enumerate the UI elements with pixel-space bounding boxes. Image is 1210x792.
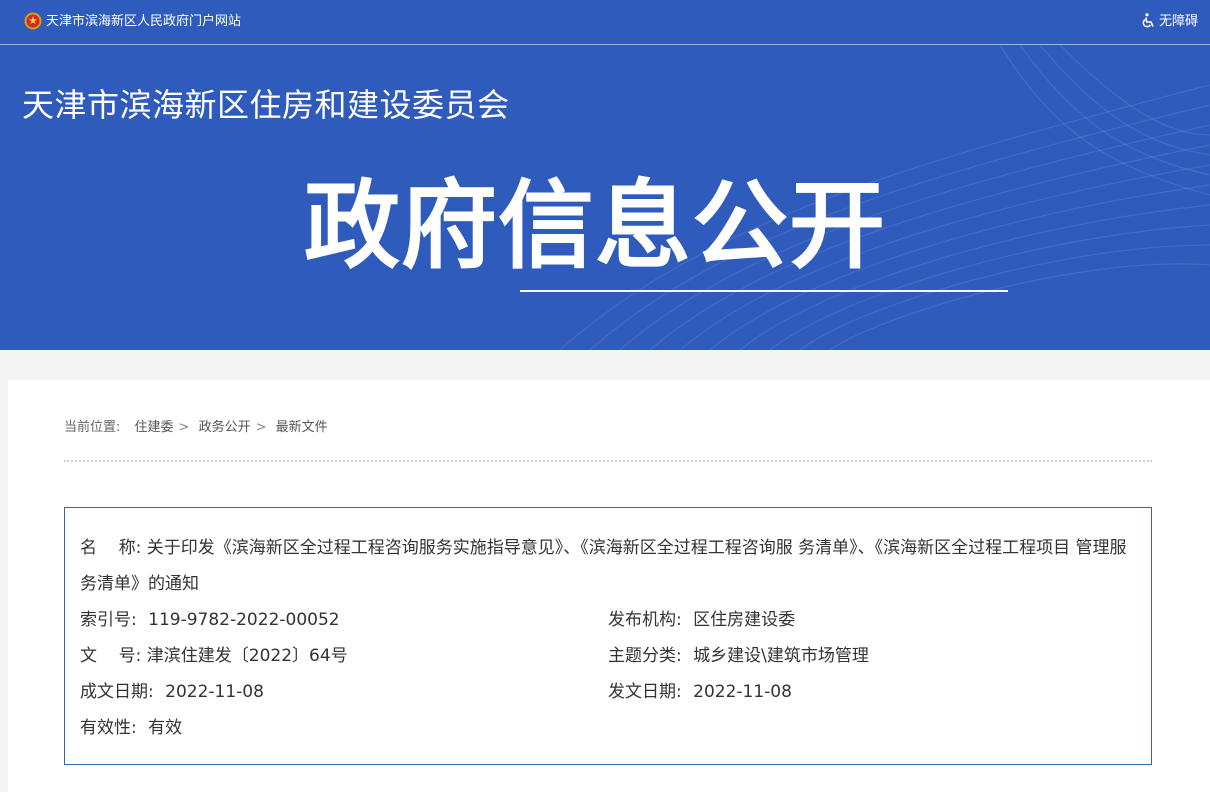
index-number-row: 索引号: 119-9782-2022-00052 bbox=[80, 602, 340, 638]
doc-number-label: 文 号: bbox=[80, 646, 142, 666]
created-date-row: 成文日期: 2022-11-08 bbox=[80, 674, 264, 710]
breadcrumb-separator: > bbox=[178, 420, 190, 435]
accessibility-label: 无障碍 bbox=[1158, 14, 1198, 29]
department-title: 天津市滨海新区住房和建设委员会 bbox=[22, 86, 510, 124]
topic-label: 主题分类: bbox=[608, 646, 682, 666]
doc-number-row: 文 号: 津滨住建发〔2022〕64号 bbox=[80, 638, 348, 674]
topic-value: 城乡建设\建筑市场管理 bbox=[693, 646, 869, 666]
section-title: 政府信息公开 bbox=[304, 170, 886, 282]
validity-label: 有效性: bbox=[80, 718, 137, 738]
publisher-value: 区住房建设委 bbox=[693, 610, 796, 630]
document-name-value: 关于印发《滨海新区全过程工程咨询服务实施指导意见》、《滨海新区全过程工程咨询服 … bbox=[80, 538, 1127, 594]
topic-row: 主题分类: 城乡建设\建筑市场管理 bbox=[608, 638, 869, 674]
doc-number-value: 津滨住建发〔2022〕64号 bbox=[146, 646, 348, 666]
portal-home-link[interactable]: 天津市滨海新区人民政府门户网站 bbox=[46, 12, 241, 32]
index-label: 索引号: bbox=[80, 610, 137, 630]
national-emblem-icon bbox=[24, 12, 42, 30]
title-underline bbox=[520, 290, 1008, 292]
document-info-box: 名 称: 关于印发《滨海新区全过程工程咨询服务实施指导意见》、《滨海新区全过程工… bbox=[64, 507, 1152, 765]
breadcrumb-item-zhujianwei[interactable]: 住建委 bbox=[135, 420, 174, 435]
created-date-value: 2022-11-08 bbox=[165, 682, 264, 702]
banner: 天津市滨海新区住房和建设委员会 政府信息公开 bbox=[0, 45, 1210, 350]
validity-row: 有效性: 有效 bbox=[80, 710, 182, 746]
dotted-divider bbox=[64, 460, 1152, 462]
name-label: 名 称: bbox=[80, 538, 142, 558]
created-date-label: 成文日期: bbox=[80, 682, 154, 702]
breadcrumb-item-zhengwugongkai[interactable]: 政务公开 bbox=[199, 420, 251, 435]
top-bar: 天津市滨海新区人民政府门户网站 无障碍 bbox=[0, 0, 1210, 45]
wheelchair-icon bbox=[1142, 13, 1154, 28]
validity-value: 有效 bbox=[148, 718, 183, 738]
document-name-row: 名 称: 关于印发《滨海新区全过程工程咨询服务实施指导意见》、《滨海新区全过程工… bbox=[80, 530, 1140, 602]
breadcrumb-label: 当前位置: bbox=[64, 420, 121, 435]
breadcrumb: 当前位置: 住建委 > 政务公开 > 最新文件 bbox=[64, 418, 328, 438]
issued-date-label: 发文日期: bbox=[608, 682, 682, 702]
page: 天津市滨海新区人民政府门户网站 无障碍 天津市滨海新区住房和建设委员会 政府信息… bbox=[0, 0, 1210, 792]
accessibility-button[interactable]: 无障碍 bbox=[1142, 12, 1198, 32]
index-value: 119-9782-2022-00052 bbox=[148, 610, 340, 630]
issued-date-value: 2022-11-08 bbox=[693, 682, 792, 702]
publisher-row: 发布机构: 区住房建设委 bbox=[608, 602, 795, 638]
content-panel: 当前位置: 住建委 > 政务公开 > 最新文件 名 称: 关于印发《滨海新区全过程工… bbox=[8, 380, 1210, 792]
breadcrumb-separator: > bbox=[255, 420, 267, 435]
publisher-label: 发布机构: bbox=[608, 610, 682, 630]
breadcrumb-item-zuixinwenjian[interactable]: 最新文件 bbox=[276, 420, 328, 435]
issued-date-row: 发文日期: 2022-11-08 bbox=[608, 674, 792, 710]
